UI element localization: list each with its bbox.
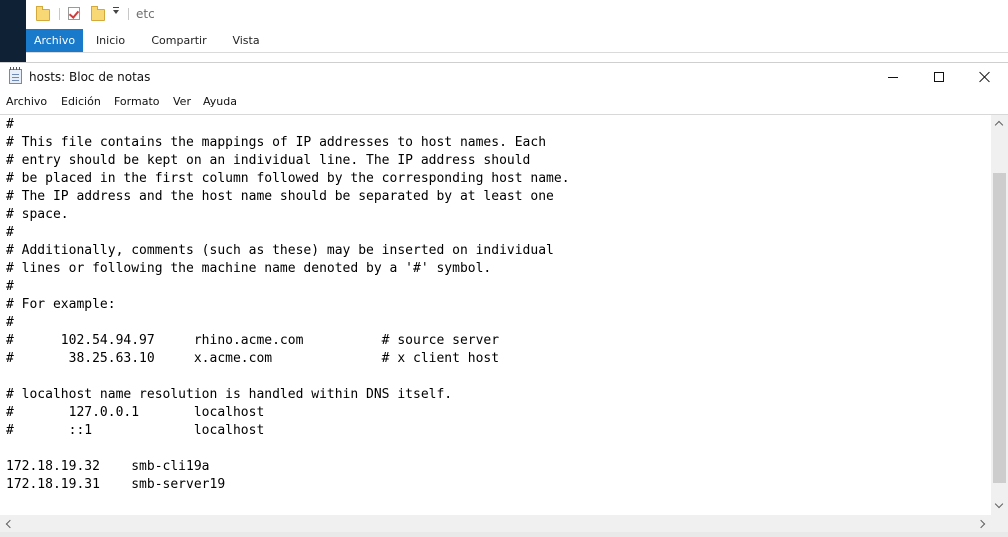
- tab-archivo[interactable]: Archivo: [26, 29, 83, 52]
- vertical-scroll-thumb[interactable]: [993, 173, 1006, 483]
- menu-bar: Archivo Edición Formato Ver Ayuda: [0, 91, 1008, 113]
- document-text[interactable]: # # This file contains the mappings of I…: [6, 116, 986, 511]
- tab-vista[interactable]: Vista: [226, 29, 266, 52]
- properties-check-icon[interactable]: [68, 6, 82, 21]
- minimize-icon: [888, 77, 898, 78]
- vertical-scrollbar[interactable]: [991, 115, 1008, 515]
- menu-formato[interactable]: Formato: [114, 91, 160, 113]
- scroll-right-icon[interactable]: [974, 515, 991, 532]
- window-title: hosts: Bloc de notas: [29, 70, 151, 84]
- toolbar-divider: [59, 8, 60, 20]
- close-icon: [979, 71, 991, 83]
- tab-compartir[interactable]: Compartir: [148, 29, 210, 52]
- minimize-button[interactable]: [870, 63, 916, 91]
- horizontal-scrollbar[interactable]: [0, 515, 991, 532]
- ribbon-tabs: Archivo Inicio Compartir Vista: [26, 29, 1008, 53]
- title-bar[interactable]: hosts: Bloc de notas: [0, 63, 1008, 91]
- file-explorer-window: etc Archivo Inicio Compartir Vista: [26, 0, 1008, 62]
- folder-icon[interactable]: [36, 6, 50, 21]
- tab-inicio[interactable]: Inicio: [88, 29, 133, 52]
- menu-edicion[interactable]: Edición: [61, 91, 101, 113]
- scroll-down-icon[interactable]: [991, 498, 1008, 515]
- notepad-window: hosts: Bloc de notas Archivo Edición For…: [0, 62, 1008, 537]
- quick-access-toolbar: etc: [26, 0, 1008, 28]
- notepad-icon[interactable]: [9, 67, 22, 84]
- customize-dropdown-icon[interactable]: [113, 7, 119, 14]
- folder-path: etc: [136, 7, 155, 21]
- menu-archivo[interactable]: Archivo: [6, 91, 47, 113]
- maximize-icon: [934, 72, 944, 82]
- scroll-left-icon[interactable]: [0, 515, 17, 532]
- maximize-button[interactable]: [916, 63, 962, 91]
- path-divider: [128, 8, 129, 20]
- window-bottom-edge: [0, 532, 1008, 537]
- scrollbar-corner: [991, 515, 1008, 532]
- menu-ayuda[interactable]: Ayuda: [203, 91, 237, 113]
- close-button[interactable]: [962, 63, 1008, 91]
- scroll-up-icon[interactable]: [991, 115, 1008, 132]
- text-area[interactable]: # # This file contains the mappings of I…: [0, 114, 1008, 537]
- new-folder-icon[interactable]: [91, 6, 105, 21]
- menu-ver[interactable]: Ver: [173, 91, 191, 113]
